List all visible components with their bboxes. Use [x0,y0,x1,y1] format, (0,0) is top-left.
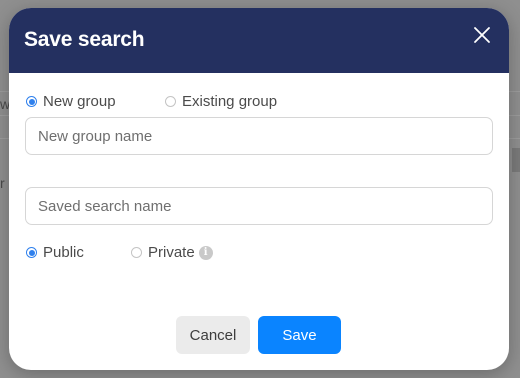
cancel-button[interactable]: Cancel [176,316,250,354]
public-label: Public [43,244,84,261]
save-button[interactable]: Save [258,316,341,354]
public-radio[interactable]: Public [26,244,84,261]
existing-group-radio[interactable]: Existing group [165,93,277,110]
dialog-header: Save search [9,8,509,73]
private-label: Private [148,244,195,261]
dialog-title: Save search [24,28,145,51]
radio-button[interactable] [26,96,37,107]
close-icon [474,27,490,43]
close-button[interactable] [471,24,493,46]
new-group-label: New group [43,93,116,110]
private-radio[interactable]: Private i [131,244,213,261]
existing-group-label: Existing group [182,93,278,110]
new-group-radio[interactable]: New group [26,93,116,110]
radio-button[interactable] [26,247,37,258]
radio-button[interactable] [165,96,176,107]
new-group-name-input[interactable] [25,117,493,155]
info-icon[interactable]: i [198,245,213,260]
background-element [512,148,520,172]
background-text: r [0,175,5,191]
save-search-dialog: Save search New group Existing group Pub… [9,8,509,370]
saved-search-name-input[interactable] [25,187,493,225]
radio-button[interactable] [131,247,142,258]
